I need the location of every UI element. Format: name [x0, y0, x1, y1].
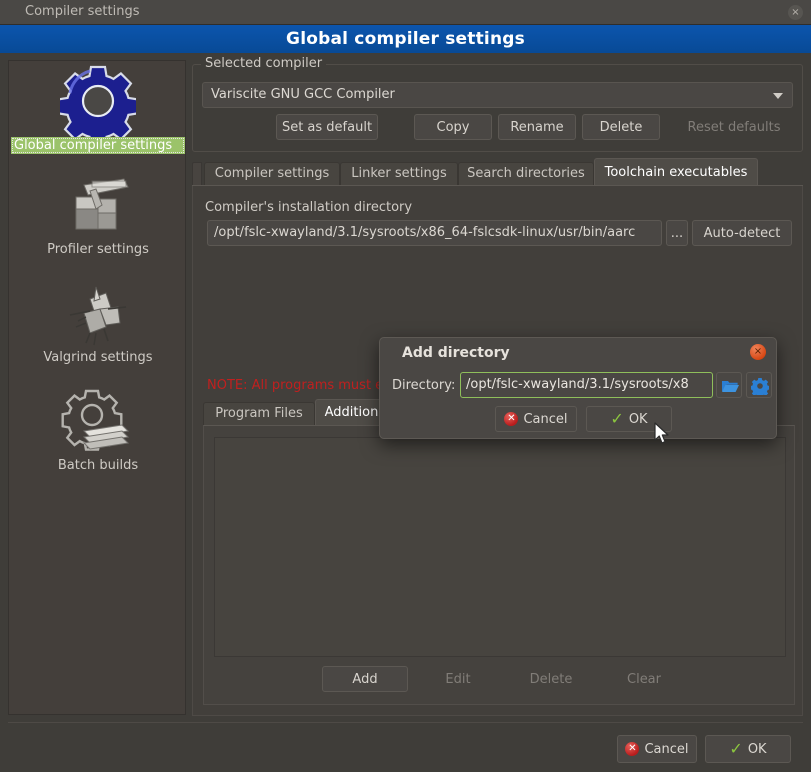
dialog-ok-button[interactable]: ✓ OK: [586, 406, 672, 432]
cancel-button-label: Cancel: [644, 741, 689, 757]
delete-path-button[interactable]: Delete: [508, 666, 594, 692]
additional-paths-list[interactable]: [214, 437, 786, 657]
check-icon: ✓: [729, 739, 743, 758]
blue-gear-icon: [9, 65, 187, 137]
window-title: Compiler settings: [25, 4, 140, 19]
selected-compiler-group-title: Selected compiler: [201, 56, 327, 71]
browse-install-dir-button[interactable]: ...: [666, 220, 688, 246]
reset-defaults-button[interactable]: Reset defaults: [675, 114, 793, 140]
list-action-buttons: Add Edit Delete Clear: [204, 666, 796, 692]
caliper-blocks-icon: [9, 169, 187, 241]
dialog-cancel-button[interactable]: ✕ Cancel: [495, 406, 577, 432]
tab-program-files[interactable]: Program Files: [203, 402, 315, 426]
sidebar-item-label: Batch builds: [57, 458, 139, 473]
tab-linker-settings[interactable]: Linker settings: [340, 162, 458, 186]
delete-button[interactable]: Delete: [582, 114, 660, 140]
ok-button[interactable]: ✓ OK: [705, 735, 791, 763]
sidebar-item-label: Valgrind settings: [43, 350, 153, 365]
directory-label: Directory:: [392, 378, 456, 393]
rename-button[interactable]: Rename: [498, 114, 576, 140]
gear-icon[interactable]: [746, 372, 772, 398]
window-titlebar: Compiler settings ×: [0, 0, 811, 25]
toolchain-executables-panel: Compiler's installation directory /opt/f…: [192, 186, 803, 716]
tab-scroll-left-icon[interactable]: [192, 162, 202, 186]
valgrind-windmill-icon: [9, 277, 187, 349]
gear-stack-icon: [9, 385, 187, 457]
sidebar-item-label: Profiler settings: [47, 242, 149, 257]
close-icon[interactable]: ×: [788, 5, 803, 20]
auto-detect-button[interactable]: Auto-detect: [692, 220, 792, 246]
sidebar-item-profiler-settings[interactable]: Profiler settings: [9, 169, 187, 258]
cancel-button[interactable]: ✕ Cancel: [617, 735, 697, 763]
copy-button[interactable]: Copy: [414, 114, 492, 140]
cancel-x-icon: ✕: [625, 742, 640, 756]
cancel-x-icon: ✕: [504, 412, 519, 426]
dialog-ok-label: OK: [628, 411, 648, 427]
compiler-select-value: Variscite GNU GCC Compiler: [211, 87, 395, 102]
chevron-down-icon: [773, 93, 783, 99]
clear-button[interactable]: Clear: [601, 666, 687, 692]
sidebar-item-global-compiler-settings[interactable]: Global compiler settings: [9, 65, 187, 154]
additional-paths-panel: Add Edit Delete Clear: [203, 425, 795, 705]
install-dir-label: Compiler's installation directory: [205, 200, 413, 215]
tab-compiler-settings[interactable]: Compiler settings: [204, 162, 340, 186]
sidebar: Global compiler settings Profiler settin…: [8, 60, 186, 715]
sidebar-item-batch-builds[interactable]: Batch builds: [9, 385, 187, 474]
ok-button-label: OK: [747, 741, 767, 757]
add-button[interactable]: Add: [322, 666, 408, 692]
edit-button[interactable]: Edit: [415, 666, 501, 692]
sidebar-item-label: Global compiler settings: [11, 137, 185, 154]
add-directory-dialog: Add directory × Directory: /opt/fslc-xwa…: [379, 337, 777, 439]
compiler-action-buttons: Set as default Copy Rename Delete Reset …: [192, 114, 803, 140]
folder-open-icon[interactable]: [716, 372, 742, 398]
dialog-cancel-label: Cancel: [523, 411, 568, 427]
install-dir-input[interactable]: /opt/fslc-xwayland/3.1/sysroots/x86_64-f…: [207, 220, 662, 246]
add-directory-dialog-title: Add directory: [402, 345, 510, 361]
compiler-select[interactable]: Variscite GNU GCC Compiler: [202, 82, 793, 108]
settings-tabbar: Compiler settings Linker settings Search…: [192, 158, 803, 186]
page-title: Global compiler settings: [0, 25, 811, 53]
tab-toolchain-executables[interactable]: Toolchain executables: [594, 158, 758, 186]
sidebar-item-valgrind-settings[interactable]: Valgrind settings: [9, 277, 187, 366]
close-icon[interactable]: ×: [750, 344, 766, 360]
check-icon: ✓: [610, 409, 624, 428]
directory-input[interactable]: /opt/fslc-xwayland/3.1/sysroots/x8: [460, 372, 713, 398]
footer-divider: [8, 722, 803, 723]
set-as-default-button[interactable]: Set as default: [276, 114, 378, 140]
tab-search-directories[interactable]: Search directories: [458, 162, 594, 186]
